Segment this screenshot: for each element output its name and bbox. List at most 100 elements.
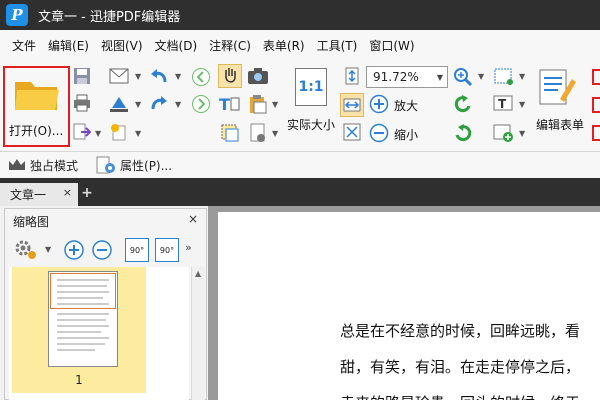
menu-bar: 文件 编辑(E) 视图(V) 文档(D) 注释(C) 表单(R) 工具(T) 窗… [0, 30, 600, 60]
document-tab-bar: 文章一 × + [0, 178, 600, 206]
zoom-out-icon[interactable] [91, 239, 113, 261]
new-document-dropdown-arrow[interactable]: ▼ [135, 129, 141, 138]
thumbnail-scrollbar[interactable]: ▲ [191, 267, 205, 400]
redo-icon[interactable] [148, 93, 170, 113]
svg-text:T: T [498, 97, 507, 111]
edit-form-icon [539, 69, 576, 105]
rotate-right-page-icon[interactable]: 90° [155, 238, 179, 262]
zoom-select[interactable]: 91.72% ▼ [366, 66, 448, 88]
menu-file[interactable]: 文件 [6, 37, 42, 54]
actual-size-icon: 1:1 [295, 68, 327, 106]
print-icon[interactable] [72, 93, 92, 113]
gear-icon[interactable] [13, 238, 39, 262]
open-button-label: 打开(O)... [9, 124, 64, 138]
zoom-value: 91.72% [373, 70, 419, 84]
text-select-icon[interactable]: T [218, 93, 242, 115]
app-logo-icon: P [6, 4, 28, 26]
email-dropdown-arrow[interactable]: ▼ [135, 72, 141, 81]
fit-page-icon[interactable] [342, 66, 362, 86]
crown-icon [9, 159, 25, 170]
menu-tools[interactable]: 工具(T) [311, 37, 364, 54]
clipboard-icon[interactable] [246, 93, 270, 115]
crop-dropdown-arrow[interactable]: ▼ [519, 72, 525, 81]
crop-icon[interactable] [492, 66, 516, 88]
camera-icon[interactable] [246, 66, 270, 86]
gear-dropdown-arrow[interactable]: ▼ [45, 245, 51, 254]
redo-dropdown-arrow[interactable]: ▼ [175, 100, 181, 109]
zoom-tool-dropdown-arrow[interactable]: ▼ [478, 72, 484, 81]
fit-width-icon[interactable] [340, 93, 364, 117]
thumbnail-page-number: 1 [75, 373, 83, 387]
more-options-icon[interactable]: » [185, 241, 192, 254]
ribbon-toolbar: 打开(O)... ▼ ▼ ▼ ▼ ▼ ▼ T ▼ ▼ 1:1 实际大小 91.7… [0, 60, 600, 152]
tab-document-label: 文章一 [10, 188, 47, 202]
zoom-in-icon[interactable] [368, 93, 390, 115]
properties-button[interactable]: 属性(P)... [96, 156, 172, 174]
menu-edit[interactable]: 编辑(E) [42, 37, 95, 54]
undo-icon[interactable] [148, 66, 170, 86]
open-button[interactable]: 打开(O)... [3, 66, 70, 147]
menu-document[interactable]: 文档(D) [149, 37, 204, 54]
tab-document[interactable]: 文章一 × [0, 183, 78, 206]
chevron-down-icon[interactable]: ▼ [433, 73, 447, 82]
add-tab-icon[interactable]: + [81, 186, 93, 200]
menu-form[interactable]: 表单(R) [257, 37, 311, 54]
edit-form-button[interactable]: 编辑表单 [534, 66, 592, 146]
actual-size-label: 实际大小 [287, 118, 336, 132]
close-icon[interactable]: × [188, 212, 198, 226]
document-properties-dropdown-arrow[interactable]: ▼ [272, 129, 278, 138]
thumbnail-page-preview [48, 271, 118, 367]
save-icon[interactable] [72, 66, 92, 86]
text-tool-icon[interactable]: T [492, 93, 516, 115]
scroll-up-arrow-icon[interactable]: ▲ [195, 269, 201, 278]
add-image-icon[interactable] [492, 122, 516, 144]
menu-comment[interactable]: 注释(C) [203, 37, 257, 54]
rotate-left-page-text: 90° [129, 245, 145, 255]
snapshot-select-icon[interactable] [218, 122, 242, 144]
hand-icon[interactable] [218, 64, 242, 88]
fit-visible-icon[interactable] [342, 122, 362, 142]
highlight-dropdown-arrow[interactable]: ▼ [135, 100, 141, 109]
email-icon[interactable] [108, 66, 130, 86]
new-document-icon[interactable] [108, 122, 130, 142]
highlight-icon[interactable] [108, 93, 130, 113]
text-tool-dropdown-arrow[interactable]: ▼ [519, 100, 525, 109]
folder-icon [14, 82, 59, 110]
undo-dropdown-arrow[interactable]: ▼ [175, 72, 181, 81]
add-image-dropdown-arrow[interactable]: ▼ [519, 129, 525, 138]
menu-window[interactable]: 窗口(W) [363, 37, 420, 54]
zoom-out-label[interactable]: 缩小 [394, 126, 418, 143]
actual-size-button[interactable]: 1:1 实际大小 [287, 66, 337, 146]
export-dropdown-arrow[interactable]: ▼ [95, 129, 101, 138]
zoom-tool-icon[interactable] [452, 66, 474, 88]
actual-size-icon-text: 1:1 [298, 79, 324, 95]
zoom-in-label[interactable]: 放大 [394, 97, 418, 114]
menu-view[interactable]: 视图(V) [95, 37, 149, 54]
back-icon[interactable] [190, 66, 212, 88]
rotate-left-icon[interactable] [452, 93, 474, 115]
export-icon[interactable] [72, 122, 92, 142]
thumbnail-panel: 缩略图 × ▼ 90° 90° » 1 ▲ [4, 208, 207, 400]
zoom-out-icon[interactable] [368, 122, 390, 144]
clipboard-dropdown-arrow[interactable]: ▼ [272, 100, 278, 109]
thumbnail-item-page-1[interactable]: 1 [12, 267, 146, 393]
svg-text:T: T [219, 95, 230, 113]
document-text-line: 甜，有笑，有泪。在走走停停之后， [340, 358, 581, 376]
edit-form-label: 编辑表单 [536, 118, 585, 132]
document-page[interactable]: 总是在不经意的时候，回眸远眺，看 甜，有笑，有泪。在走走停停之后， 走来的路是珍… [218, 212, 600, 400]
close-icon[interactable]: × [63, 186, 72, 199]
red-box-tool-icon[interactable] [592, 68, 600, 142]
thumbnail-panel-title: 缩略图 [13, 215, 50, 229]
document-properties-icon[interactable] [246, 122, 270, 144]
window-title: 文章一 - 迅捷PDF编辑器 [38, 9, 181, 25]
document-text-line: 总是在不经意的时候，回眸远眺，看 [340, 322, 581, 340]
document-viewport[interactable]: 总是在不经意的时候，回眸远眺，看 甜，有笑，有泪。在走走停停之后， 走来的路是珍… [208, 206, 600, 400]
title-bar: P 文章一 - 迅捷PDF编辑器 [0, 0, 600, 30]
forward-icon[interactable] [190, 93, 212, 115]
properties-label: 属性(P)... [120, 158, 173, 173]
exclusive-mode-button[interactable]: 独占模式 [8, 157, 78, 174]
zoom-in-icon[interactable] [63, 239, 85, 261]
sub-toolbar: 独占模式 属性(P)... [0, 152, 600, 178]
rotate-right-icon[interactable] [452, 122, 474, 144]
rotate-left-page-icon[interactable]: 90° [125, 238, 149, 262]
